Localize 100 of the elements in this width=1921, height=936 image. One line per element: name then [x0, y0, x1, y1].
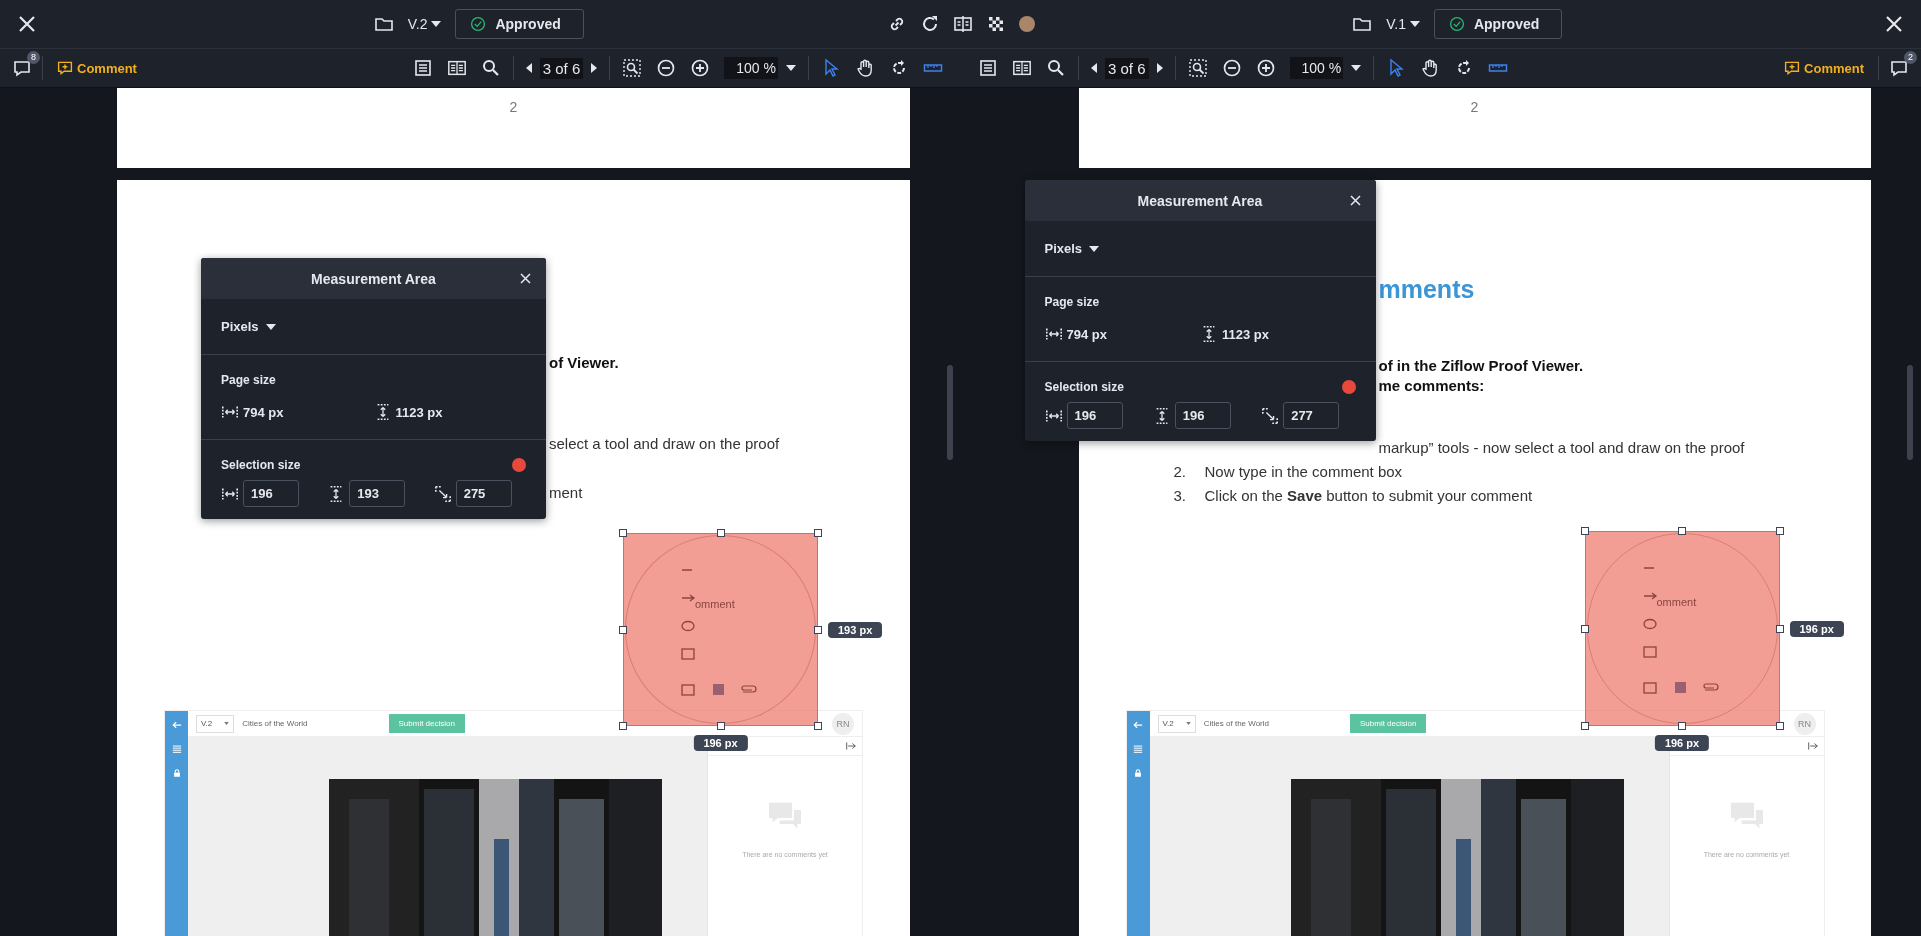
- add-comment-icon: [1784, 60, 1801, 76]
- add-comment-button[interactable]: Comment: [1784, 60, 1864, 76]
- selection-area[interactable]: omment: [623, 533, 818, 726]
- resize-handle[interactable]: [1775, 624, 1784, 633]
- document-heading: mments: [1378, 274, 1476, 304]
- close-icon[interactable]: [17, 14, 37, 34]
- resize-handle[interactable]: [1580, 624, 1589, 633]
- close-icon[interactable]: [518, 271, 533, 286]
- next-page-icon[interactable]: [591, 63, 598, 73]
- document-text: ment: [549, 483, 584, 503]
- add-comment-button[interactable]: Comment: [57, 60, 137, 76]
- selection-area[interactable]: omment: [1584, 531, 1780, 726]
- caret-icon: [1351, 65, 1362, 71]
- page-width-value: 794 px: [1066, 326, 1107, 342]
- next-page-icon[interactable]: [1156, 63, 1163, 73]
- resize-handle[interactable]: [1580, 527, 1589, 535]
- width-input[interactable]: 196: [243, 480, 299, 507]
- resize-handle[interactable]: [1580, 722, 1589, 730]
- color-swatch[interactable]: [512, 458, 526, 472]
- resize-handle[interactable]: [716, 722, 725, 730]
- page-number: 2: [1470, 99, 1479, 115]
- caret-icon: [265, 323, 276, 330]
- zoom-in-icon[interactable]: [690, 58, 711, 78]
- resize-handle[interactable]: [619, 625, 627, 634]
- back-arrow-icon: [1133, 720, 1143, 730]
- section-label: Selection size: [1044, 380, 1124, 394]
- list-number: 3.: [1173, 486, 1187, 506]
- caret-icon: [224, 722, 230, 725]
- status-button[interactable]: Approved: [1433, 9, 1563, 39]
- dimension-label: 196 px: [1789, 620, 1844, 637]
- resize-handle[interactable]: [619, 529, 627, 537]
- scrollbar-thumb[interactable]: [947, 365, 953, 460]
- status-button[interactable]: Approved: [455, 9, 584, 39]
- caret-icon: [1185, 722, 1191, 725]
- caret-icon: [1089, 245, 1100, 252]
- diagonal-input[interactable]: 275: [455, 480, 512, 507]
- check-circle-icon: [1448, 16, 1465, 32]
- user-avatar[interactable]: [1018, 16, 1035, 32]
- collapse-icon: [1807, 742, 1818, 750]
- resize-handle[interactable]: [1678, 527, 1686, 535]
- dimension-label: 196 px: [693, 735, 748, 751]
- lock-icon: [1133, 768, 1143, 778]
- zoom-area-icon[interactable]: [622, 58, 643, 78]
- project-title: Cities of the World: [1203, 719, 1269, 728]
- collapse-icon: [846, 742, 856, 750]
- document-text: me comments:: [1378, 376, 1486, 396]
- unit-dropdown[interactable]: Pixels: [221, 317, 276, 336]
- avatar: RN: [1793, 712, 1816, 735]
- resize-handle[interactable]: [814, 722, 822, 730]
- comments-icon[interactable]: [1889, 58, 1909, 78]
- two-page-icon[interactable]: [446, 58, 467, 78]
- dimension-label: 196 px: [1654, 735, 1710, 751]
- page-number-field[interactable]: 3 of 6: [539, 57, 584, 79]
- search-icon[interactable]: [1046, 58, 1066, 78]
- document-text: select a tool and draw on the proof: [549, 434, 781, 454]
- resize-handle[interactable]: [1678, 722, 1686, 730]
- back-arrow-icon: [171, 720, 182, 730]
- unit-dropdown[interactable]: Pixels: [1044, 239, 1100, 258]
- page-list-icon[interactable]: [412, 58, 433, 78]
- resize-handle[interactable]: [814, 529, 822, 537]
- close-icon[interactable]: [1347, 193, 1363, 208]
- height-input[interactable]: 193: [349, 480, 406, 507]
- comment-hint: omment: [1656, 596, 1697, 608]
- version-dropdown[interactable]: V.2: [407, 16, 442, 32]
- comments-icon[interactable]: [12, 58, 32, 78]
- close-icon[interactable]: [1884, 14, 1904, 34]
- two-page-icon[interactable]: [1012, 58, 1032, 78]
- caret-icon: [1409, 21, 1420, 27]
- hand-icon[interactable]: [855, 58, 875, 78]
- color-swatch[interactable]: [1341, 380, 1356, 394]
- resize-handle[interactable]: [1775, 527, 1784, 535]
- resize-handle[interactable]: [716, 529, 725, 537]
- previous-page-icon[interactable]: [525, 63, 532, 73]
- comment-hint: omment: [695, 598, 735, 610]
- width-input[interactable]: 196: [1066, 402, 1123, 429]
- resize-handle[interactable]: [619, 722, 627, 730]
- height-input[interactable]: 196: [1174, 402, 1231, 429]
- document-text: markup” tools - now select a tool and draw on the proof: [1378, 438, 1746, 458]
- compare-pages-icon[interactable]: [952, 14, 973, 34]
- resize-handle[interactable]: [814, 625, 822, 634]
- version-dropdown[interactable]: V.1: [1386, 16, 1420, 32]
- zoom-in-icon[interactable]: [1255, 58, 1276, 78]
- panel-title: Measurement Area: [311, 270, 436, 287]
- count-badge: 2: [1904, 51, 1917, 64]
- caret-icon: [786, 65, 796, 71]
- page-height-value: 1123 px: [395, 404, 443, 420]
- zoom-out-icon[interactable]: [1221, 58, 1242, 78]
- scrollbar-thumb[interactable]: [1907, 365, 1913, 460]
- diagonal-input[interactable]: 277: [1283, 402, 1340, 429]
- diagonal-icon: [433, 484, 452, 503]
- resize-handle[interactable]: [1775, 722, 1784, 730]
- page-number-field[interactable]: 3 of 6: [1105, 57, 1149, 79]
- page-list-icon[interactable]: [978, 58, 998, 78]
- zoom-out-icon[interactable]: [656, 58, 677, 78]
- list-number: 2.: [1173, 462, 1187, 482]
- search-icon[interactable]: [480, 58, 501, 78]
- previous-page-icon[interactable]: [1091, 63, 1097, 73]
- page-width-value: 794 px: [243, 404, 284, 420]
- dimension-label: 193 px: [828, 621, 883, 638]
- zoom-area-icon[interactable]: [1187, 58, 1208, 78]
